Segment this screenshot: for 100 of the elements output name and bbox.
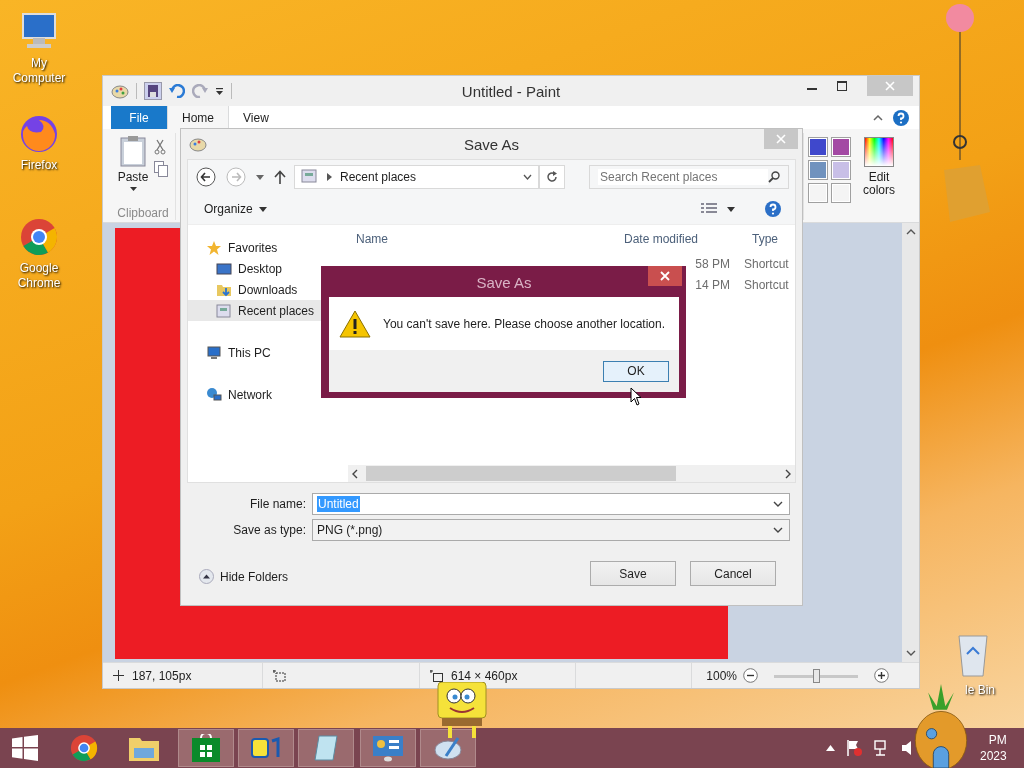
color-swatch[interactable]: [831, 137, 851, 157]
scroll-up-icon[interactable]: [905, 229, 916, 235]
column-header[interactable]: Date modified: [616, 232, 744, 246]
cartoon-icon: [250, 735, 282, 761]
view-list-icon[interactable]: [701, 203, 717, 215]
dialog-button[interactable]: Cancel: [690, 561, 776, 586]
column-header[interactable]: Type: [744, 232, 778, 246]
color-swatch[interactable]: [831, 160, 851, 180]
recycle-bin-icon[interactable]: [955, 632, 991, 678]
nav-item[interactable]: Favorites: [188, 237, 348, 258]
organize-menu[interactable]: Organize: [198, 201, 273, 217]
search-field[interactable]: Search Recent places: [589, 165, 789, 189]
ribbon-tab[interactable]: Home: [167, 106, 229, 129]
type-cell-text: Shortcut: [743, 277, 789, 292]
windows-logo-icon[interactable]: [12, 735, 38, 761]
view-dropdown-icon[interactable]: [727, 206, 735, 212]
move-cursor-icon: [113, 670, 124, 681]
recent-places-icon: [301, 169, 319, 185]
group-label: Clipboard: [117, 206, 169, 220]
cut-icon[interactable]: [154, 139, 167, 155]
refresh-button[interactable]: [539, 165, 565, 189]
close-icon: [885, 81, 895, 91]
caret-icon: [129, 187, 137, 191]
zoom-level: 100%: [706, 668, 737, 683]
color-swatch[interactable]: [808, 183, 828, 203]
taskbar-app[interactable]: [298, 729, 354, 767]
zoom-out-icon[interactable]: [743, 668, 758, 683]
scroll-down-icon[interactable]: [905, 650, 916, 656]
taskbar-app[interactable]: [360, 729, 416, 767]
flag-icon[interactable]: [845, 739, 863, 757]
notepad-icon: [313, 734, 339, 762]
show-hidden-icons-icon[interactable]: [826, 745, 835, 751]
recent-dropdown-icon[interactable]: [256, 174, 264, 180]
file-type-dropdown[interactable]: PNG (*.png): [312, 519, 790, 541]
field-label: File name:: [248, 497, 306, 511]
warning-icon: [339, 309, 371, 338]
close-button[interactable]: [648, 266, 682, 286]
palette-icon: [189, 136, 207, 152]
scroll-right-icon[interactable]: [785, 468, 791, 479]
dropdown-icon[interactable]: [215, 86, 224, 96]
network-icon: [206, 386, 222, 403]
window-title: Untitled - Paint: [460, 82, 562, 100]
close-icon: [660, 271, 670, 281]
zoom-in-icon[interactable]: [874, 668, 889, 683]
selection-icon: [273, 669, 286, 682]
ok-button[interactable]: OK: [603, 360, 669, 382]
cursor-position: 187, 105px: [132, 668, 192, 683]
ribbon-tab[interactable]: View: [229, 106, 283, 129]
dialog-title: Save As: [475, 274, 533, 291]
zoom-slider[interactable]: [774, 668, 858, 683]
clock[interactable]: PM 2023: [980, 732, 1007, 764]
collapse-icon[interactable]: [873, 114, 883, 121]
error-message: You can't save here. Please choose another location.: [383, 316, 666, 331]
scroll-left-icon[interactable]: [352, 468, 358, 479]
search-icon: [768, 171, 780, 183]
mouse-cursor-icon: [630, 387, 642, 406]
column-header[interactable]: Name: [348, 232, 616, 246]
color-swatch[interactable]: [831, 183, 851, 203]
edit-colors-button[interactable]: Edit colors: [857, 137, 901, 220]
color-swatch[interactable]: [808, 137, 828, 157]
help-icon[interactable]: [765, 201, 781, 217]
control-panel-icon: [372, 734, 404, 762]
taskbar-app[interactable]: [420, 729, 476, 767]
taskbar-app[interactable]: [238, 729, 294, 767]
star-icon: [206, 239, 222, 256]
collapse-icon: [199, 569, 214, 584]
ribbon-tab[interactable]: File: [111, 106, 167, 129]
address-bar[interactable]: Recent places: [294, 165, 539, 189]
store-bag-icon: [192, 734, 220, 762]
up-arrow-icon[interactable]: [274, 170, 286, 184]
horizontal-scrollbar[interactable]: [348, 465, 795, 482]
palette-icon[interactable]: [111, 83, 129, 99]
close-icon: [776, 134, 786, 144]
chevron-down-icon: [773, 527, 783, 533]
dialog-title: Save As: [462, 135, 520, 153]
desktop-icon: [216, 261, 232, 276]
date-cell-text: 58 PM: [694, 256, 731, 271]
type-cell-text: Shortcut: [743, 256, 789, 271]
copy-icon[interactable]: [154, 161, 169, 177]
chrome-icon: [68, 732, 100, 764]
dialog-button[interactable]: Save: [590, 561, 676, 586]
date-cell-text: 14 PM: [694, 277, 731, 292]
hide-folders-button[interactable]: Hide Folders: [199, 569, 289, 584]
chevron-right-icon: [327, 173, 332, 181]
paste-button[interactable]: Paste: [117, 133, 149, 206]
scrollbar[interactable]: [902, 223, 919, 662]
taskbar-app[interactable]: [178, 729, 234, 767]
refresh-icon: [546, 171, 558, 183]
computer-icon: [206, 344, 222, 361]
back-icon[interactable]: [196, 167, 216, 187]
save-icon[interactable]: [144, 82, 162, 100]
undo-icon[interactable]: [169, 84, 185, 98]
color-swatch[interactable]: [808, 160, 828, 180]
image-size: 614 × 460px: [451, 668, 518, 683]
chevron-down-icon: [523, 174, 532, 180]
field-label: Save as type:: [232, 523, 306, 537]
caret-icon: [258, 206, 267, 212]
help-icon[interactable]: [893, 109, 909, 126]
maximize-icon[interactable]: [837, 81, 847, 91]
image-size-icon: [430, 669, 443, 682]
